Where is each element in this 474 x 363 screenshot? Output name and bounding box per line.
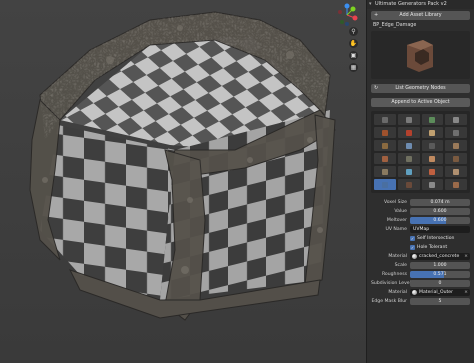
camera-icon[interactable]: ▣ [349,51,358,60]
asset-thumbnail-icon [381,155,388,162]
material-sphere-icon [412,289,417,295]
add-asset-library-button[interactable]: + Add Asset Library [371,11,470,20]
properties-section: Voxel Size 0.074 m Value 0.600 Meltover 0.6… [371,198,470,305]
node-group-thumbnail[interactable] [445,166,467,177]
node-group-thumbnail[interactable] [397,114,420,125]
value-field[interactable]: 0.600 [410,207,470,215]
node-group-thumbnail[interactable] [374,140,396,151]
node-group-thumbnail[interactable] [445,153,467,164]
node-group-thumbnail[interactable] [421,179,444,190]
node-group-thumbnail[interactable] [421,140,444,151]
asset-thumbnail-icon [429,129,436,136]
asset-thumbnail-image [407,40,433,72]
asset-thumbnail-icon [453,116,460,123]
list-geometry-nodes-button[interactable]: ↻ List Geometry Nodes [371,84,470,93]
node-group-thumbnail[interactable] [374,179,396,190]
asset-thumbnail-icon [381,142,388,149]
edge-mask-blur-field[interactable]: 5 [410,297,470,305]
uv-name-field[interactable]: UVMap [410,225,470,233]
asset-name-label: BP_Edge_Damage [373,23,417,28]
axis-gizmo[interactable] [335,3,359,27]
asset-thumbnail-icon [405,181,412,188]
asset-thumbnail-icon [405,142,412,149]
close-icon[interactable]: × [464,289,468,296]
node-group-thumbnail[interactable] [374,127,396,138]
meltover-slider[interactable]: 0.600 [410,216,470,224]
close-icon[interactable]: × [464,253,468,260]
y-axis-icon [350,6,356,12]
asset-thumbnail-icon [429,155,436,162]
asset-thumbnail-icon [429,142,436,149]
plus-icon: + [374,12,379,18]
asset-thumbnail-icon [453,181,460,188]
asset-thumbnail-icon [429,116,436,123]
voxel-size-field[interactable]: 0.074 m [410,198,470,206]
zoom-icon[interactable]: ⚲ [349,27,358,36]
subdivision-level-field[interactable]: 0 [410,279,470,287]
self-intersection-checkbox[interactable]: ✓ Self Intersection [410,235,470,241]
asset-thumbnail-icon [405,129,412,136]
node-group-thumbnail[interactable] [421,153,444,164]
node-group-thumbnail[interactable] [397,140,420,151]
node-group-thumbnail[interactable] [445,127,467,138]
pan-hand-icon[interactable]: ✋ [349,39,358,48]
asset-thumbnail-icon [405,168,412,175]
material-selector[interactable]: cracked_concrete × [410,252,470,260]
node-group-thumbnail[interactable] [421,114,444,125]
addon-side-panel: Ultimate Generators Pack v2 +Add Asset L… [366,0,474,363]
x-axis-icon [352,15,358,21]
asset-thumbnail-icon [381,129,388,136]
node-group-thumbnail[interactable] [397,127,420,138]
asset-thumbnail-icon [453,168,460,175]
hole-tolerant-checkbox[interactable]: ✓ Hole Tolerant [410,244,470,250]
node-group-thumbnail[interactable] [445,179,467,190]
node-group-thumbnail[interactable] [421,127,444,138]
node-group-thumbnail[interactable] [397,179,420,190]
node-group-grid [371,111,470,193]
asset-thumbnail-icon [381,181,388,188]
node-group-thumbnail[interactable] [374,153,396,164]
material-sphere-icon [412,253,417,259]
asset-thumbnail-icon [381,168,388,175]
asset-thumbnail-icon [429,181,436,188]
node-group-thumbnail[interactable] [374,114,396,125]
asset-thumbnail-icon [453,129,460,136]
asset-thumbnail-icon [405,116,412,123]
asset-thumbnail-icon [381,116,388,123]
asset-thumbnail-icon [453,155,460,162]
node-group-thumbnail[interactable] [445,114,467,125]
node-group-thumbnail[interactable] [445,140,467,151]
asset-preview[interactable] [371,31,470,79]
refresh-icon: ↻ [374,85,379,91]
material-outer-selector[interactable]: Material_Outer × [410,288,470,296]
checkmark-icon: ✓ [410,244,415,250]
asset-thumbnail-icon [429,168,436,175]
node-group-thumbnail[interactable] [374,166,396,177]
checkmark-icon: ✓ [410,235,415,241]
roughness-slider[interactable]: 0.571 [410,270,470,278]
3d-viewport[interactable]: ⚲ ✋ ▣ ▦ [0,0,366,363]
damaged-cube-render [29,11,336,321]
asset-thumbnail-icon [453,142,460,149]
panel-title[interactable]: Ultimate Generators Pack v2 [367,0,474,9]
node-group-thumbnail[interactable] [397,153,420,164]
z-axis-icon [344,3,350,9]
asset-thumbnail-icon [405,155,412,162]
node-group-thumbnail[interactable] [421,166,444,177]
grid-view-icon[interactable]: ▦ [349,63,358,72]
append-to-active-button[interactable]: Append to Active Object [371,98,470,107]
scale-field[interactable]: 1.000 [410,261,470,269]
node-group-thumbnail[interactable] [397,166,420,177]
